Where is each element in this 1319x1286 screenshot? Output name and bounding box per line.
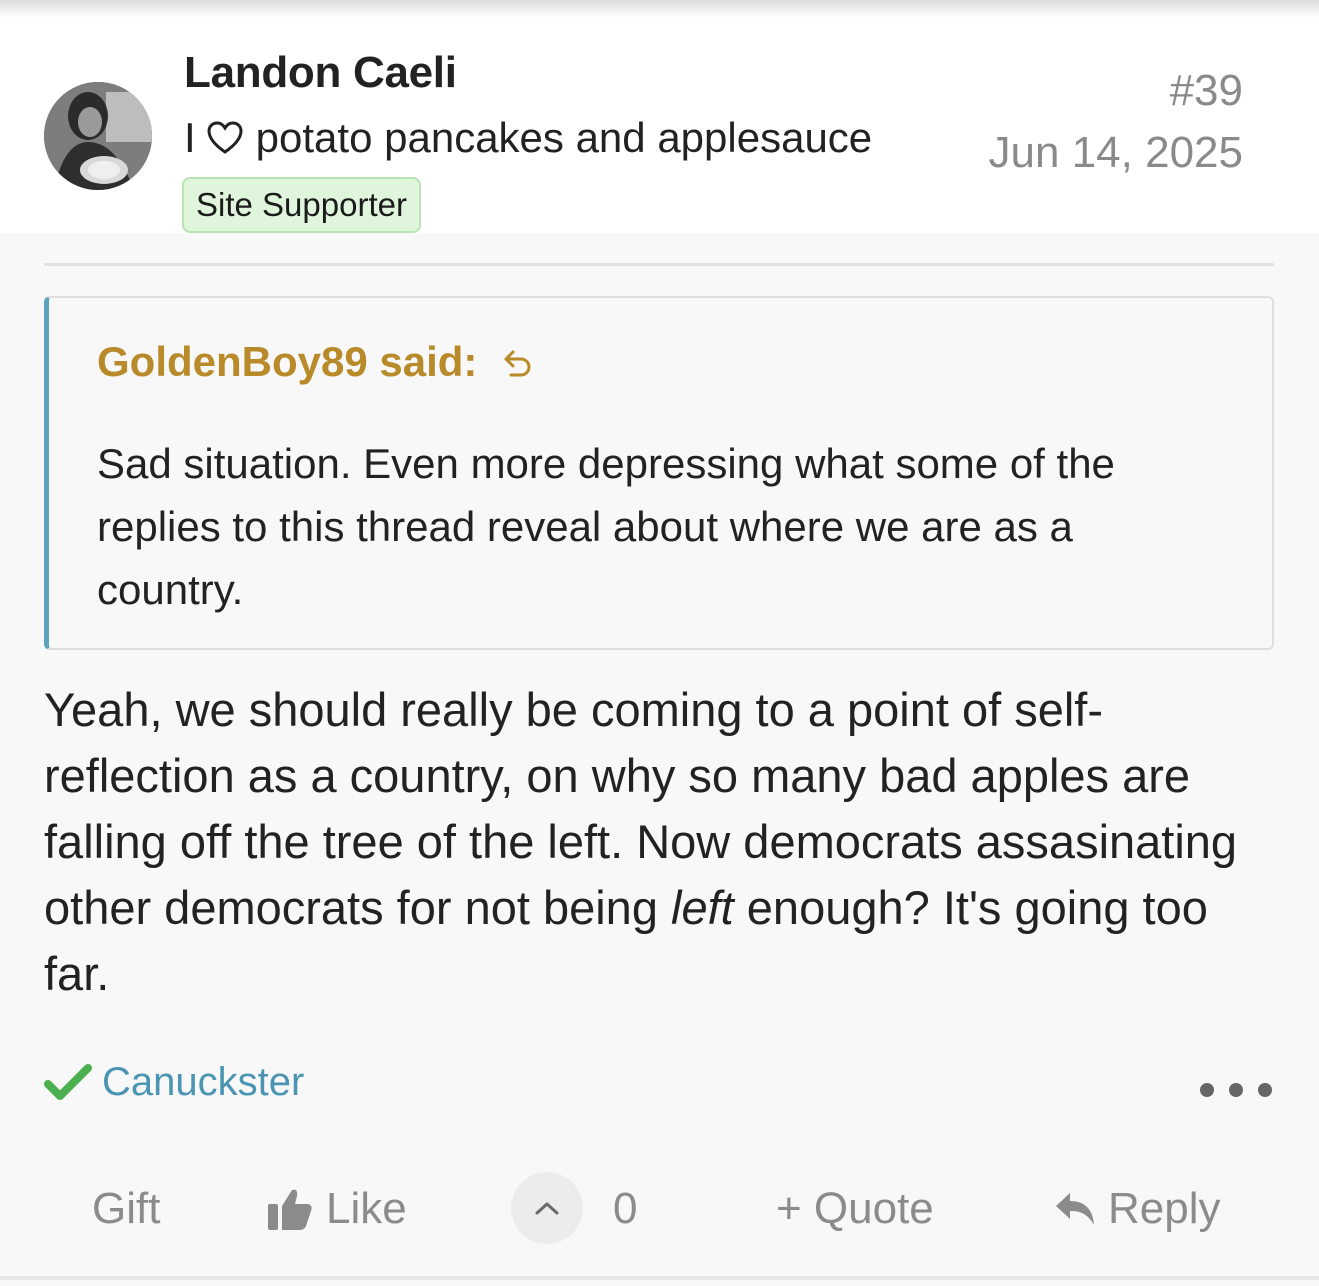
like-label: Like [326,1184,407,1233]
like-button[interactable]: Like [266,1184,407,1234]
post-number[interactable]: #39 [1170,66,1243,116]
vote-count: 0 [613,1184,638,1233]
post-header: Landon Caeli I potato pancakes and apple… [0,0,1319,233]
reply-arrow-icon [1056,1193,1094,1225]
author-name[interactable]: Landon Caeli [184,48,457,98]
bottom-divider [0,1276,1319,1280]
reply-label: Reply [1108,1184,1221,1233]
upvote-button[interactable] [511,1172,583,1244]
thumbs-up-icon [268,1189,312,1230]
dot-icon [1200,1083,1214,1097]
user-title-prefix: I [184,114,196,161]
reply-button[interactable]: Reply [1054,1184,1221,1234]
gift-label: Gift [92,1184,161,1233]
reaction-user[interactable]: Canuckster [102,1060,304,1105]
post-body-italic: left [671,881,734,934]
reaction-summary[interactable]: Canuckster [44,1060,304,1105]
chevron-up-icon [535,1202,559,1215]
post-body: Yeah, we should really be coming to a po… [44,677,1284,1007]
top-shadow [0,0,1319,18]
quote-label: + Quote [776,1184,934,1233]
jump-to-quote-icon[interactable] [499,343,533,381]
quote-text: Sad situation. Even more depressing what… [97,440,1115,613]
avatar[interactable] [44,82,152,190]
quote-button[interactable]: + Quote [776,1184,934,1234]
divider [44,263,1274,266]
dot-icon [1258,1083,1272,1097]
supporter-badge: Site Supporter [182,177,421,233]
quote-block: GoldenBoy89 said: Sad situation. Even mo… [44,296,1274,650]
user-title-text: potato pancakes and applesauce [255,114,873,161]
gift-button[interactable]: Gift [92,1184,160,1234]
more-options-button[interactable] [1200,1080,1272,1100]
quote-author[interactable]: GoldenBoy89 said: [97,338,477,386]
post-actions: Gift Like 0 + Quote Reply [0,1170,1319,1250]
quote-header[interactable]: GoldenBoy89 said: [97,338,533,386]
heart-icon [207,121,243,154]
post-date[interactable]: Jun 14, 2025 [989,128,1243,178]
user-title: I potato pancakes and applesauce [184,114,872,162]
checkmark-icon [44,1063,92,1100]
dot-icon [1229,1083,1243,1097]
